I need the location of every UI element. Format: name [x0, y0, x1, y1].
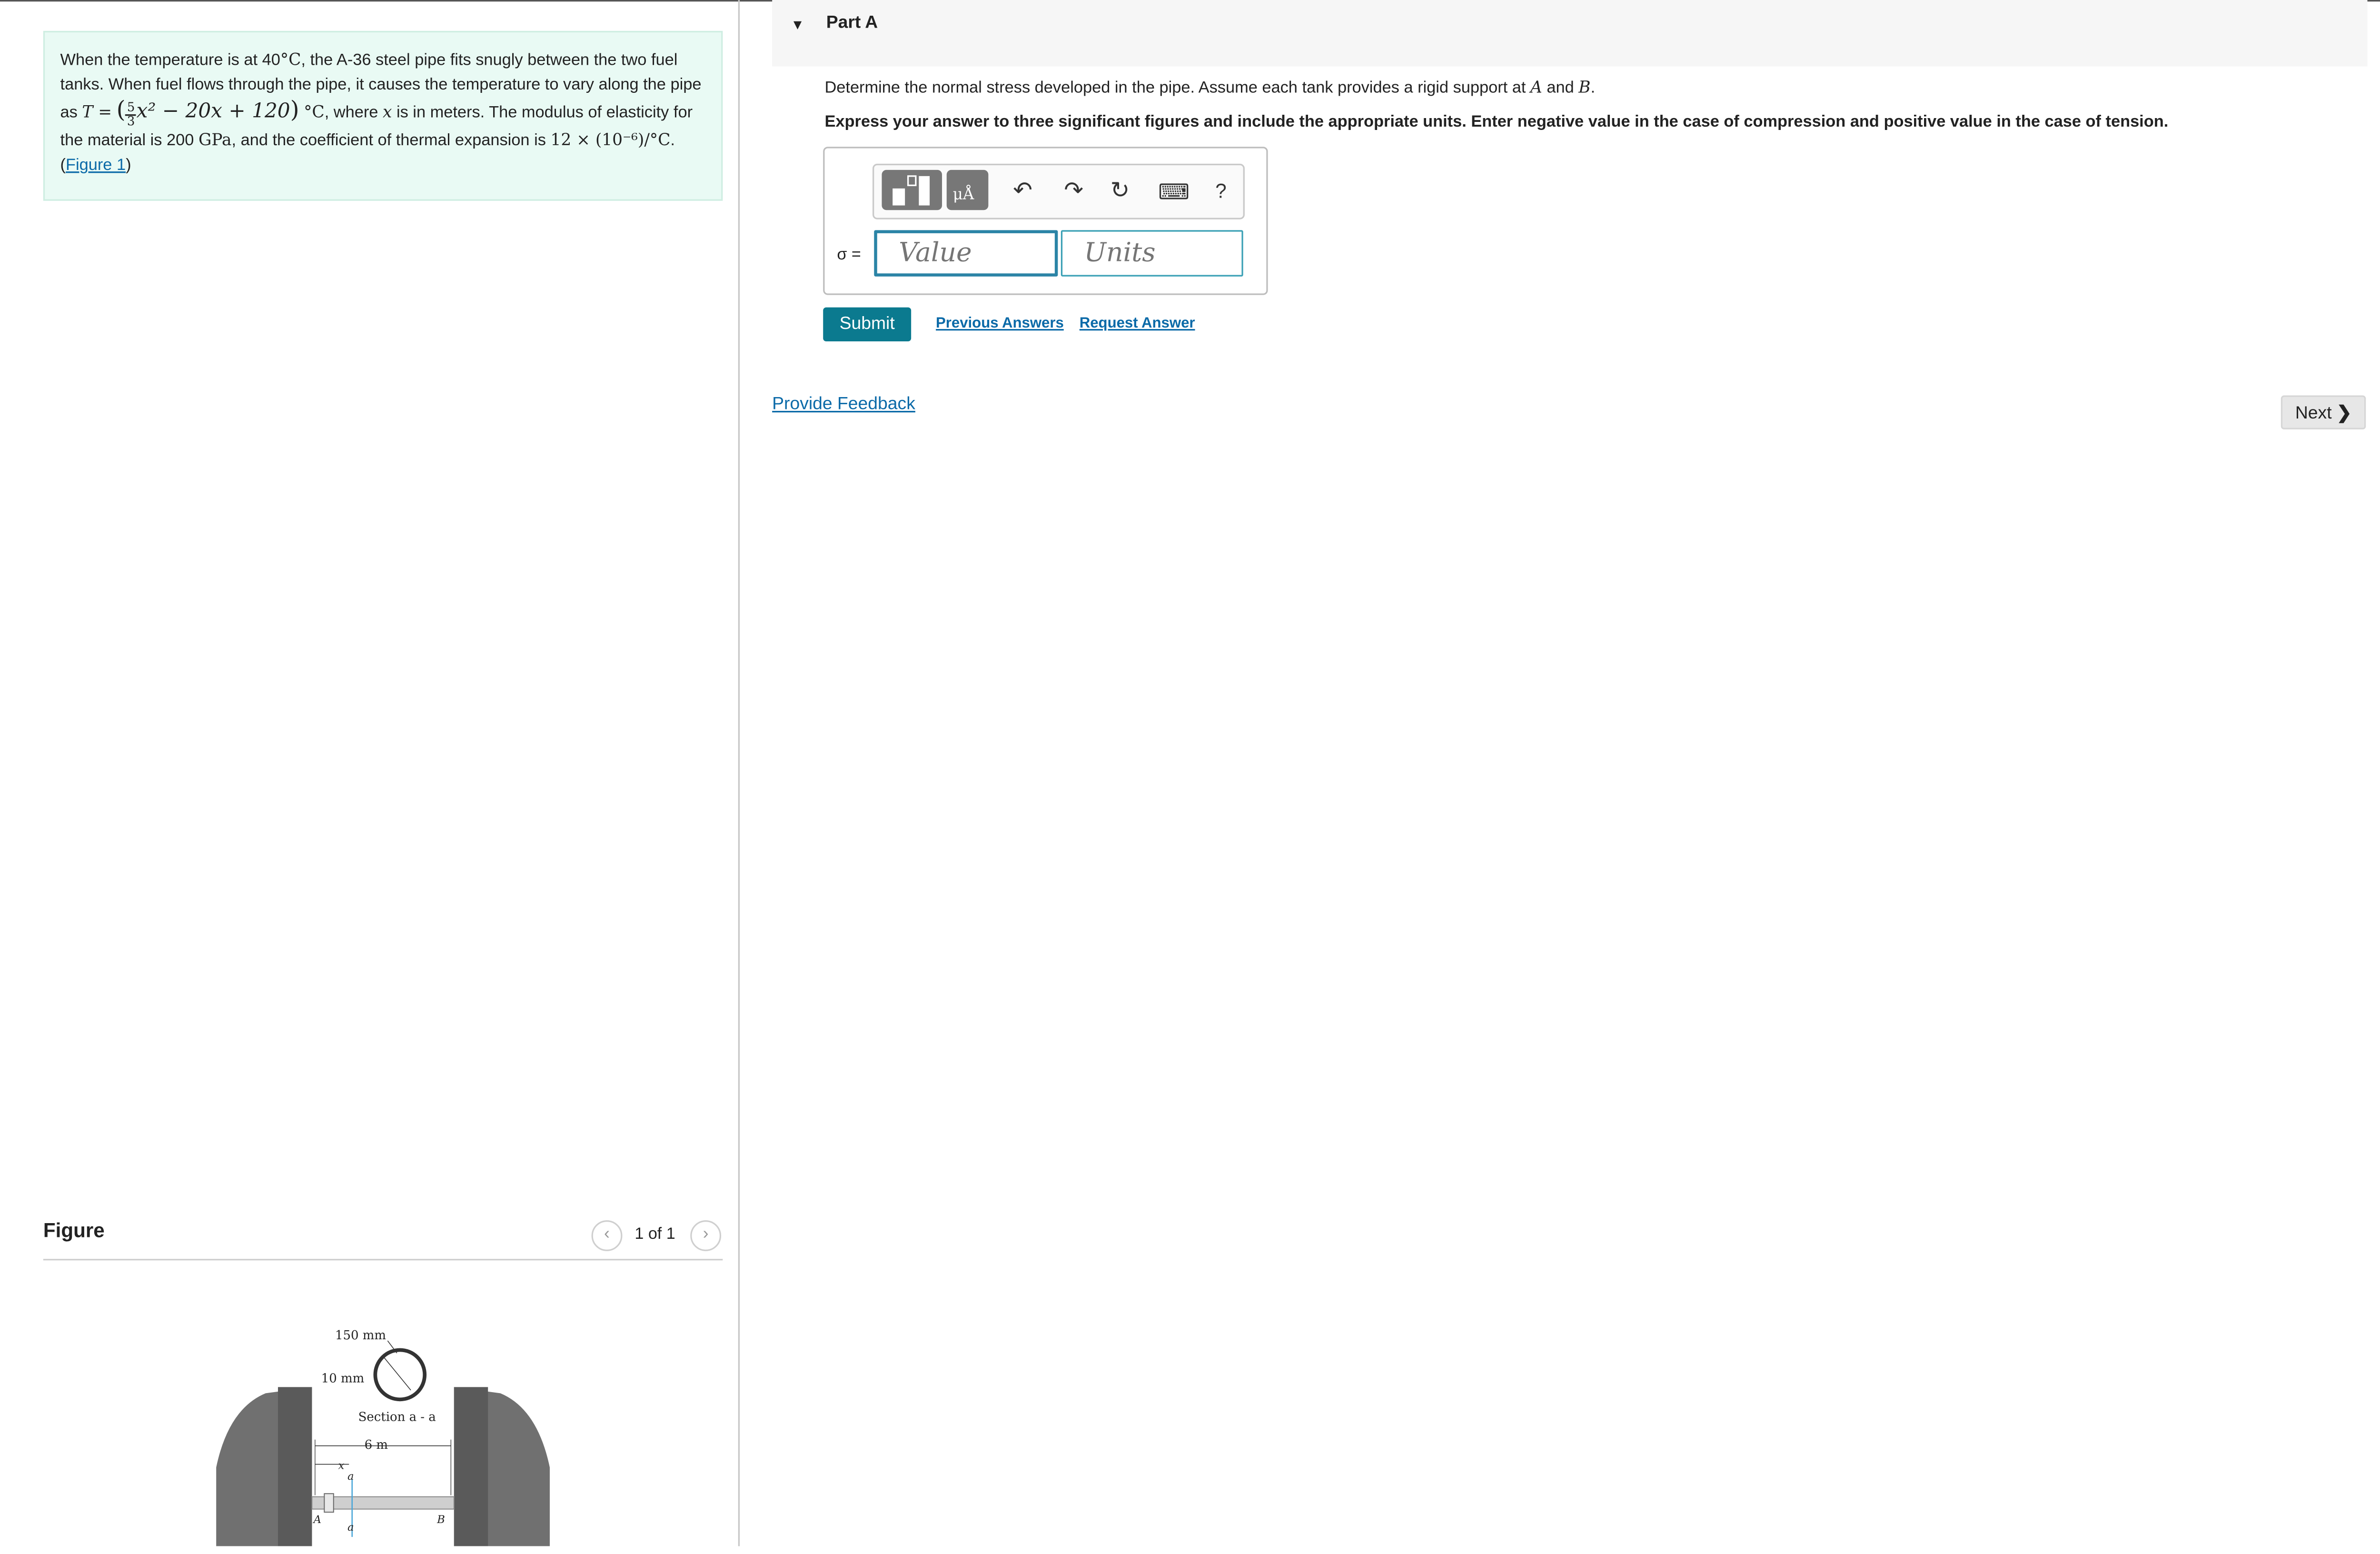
- undo-button[interactable]: ↶: [1013, 179, 1032, 204]
- problem-seg3: , where: [324, 103, 383, 122]
- fraction-den: 3: [127, 114, 135, 129]
- figure-next-button[interactable]: ›: [690, 1220, 722, 1251]
- pipe-flange: [324, 1493, 334, 1513]
- fraction: 53: [125, 101, 137, 129]
- panel-divider: [738, 0, 740, 1546]
- submit-button[interactable]: Submit: [823, 307, 912, 341]
- pipe-section-circle: [373, 1348, 427, 1402]
- chevron-right-icon: ›: [703, 1225, 709, 1244]
- label-B: B: [436, 1514, 445, 1526]
- reset-icon: ↻: [1110, 178, 1130, 204]
- fraction-num: 5: [125, 101, 137, 116]
- problem-statement: When the temperature is at 40°C, the A-3…: [43, 30, 723, 201]
- label-A: A: [313, 1514, 321, 1526]
- problem-t-eq: T =: [82, 103, 112, 122]
- label-x: x: [338, 1459, 345, 1472]
- keyboard-icon: ⌨: [1158, 179, 1190, 204]
- provide-feedback-link[interactable]: Provide Feedback: [772, 396, 915, 414]
- figure-count: 1 of 1: [635, 1225, 675, 1244]
- figure-divider: [43, 1259, 723, 1261]
- label-length: 6 m: [365, 1438, 388, 1452]
- label-diameter: 150 mm: [335, 1328, 386, 1343]
- figure-prev-button[interactable]: ‹: [591, 1220, 623, 1251]
- value-input[interactable]: [874, 230, 1058, 277]
- request-answer-link[interactable]: Request Answer: [1080, 315, 1195, 332]
- label-a-top: a: [347, 1470, 354, 1483]
- next-button[interactable]: Next ❯: [2281, 395, 2366, 429]
- chevron-right-icon: ❯: [2336, 405, 2352, 423]
- redo-button[interactable]: ↷: [1064, 179, 1083, 204]
- redo-icon: ↷: [1064, 178, 1084, 204]
- undo-icon: ↶: [1013, 178, 1033, 204]
- page-root: When the temperature is at 40°C, the A-3…: [0, 0, 2380, 1546]
- previous-answers-link[interactable]: Previous Answers: [936, 315, 1064, 332]
- units-button[interactable]: μÅ: [946, 169, 989, 210]
- left-tank-wall: [278, 1387, 312, 1546]
- right-tank-wall: [454, 1387, 488, 1546]
- label-a-bottom: a: [347, 1521, 354, 1534]
- chevron-left-icon: ‹: [604, 1225, 610, 1244]
- instruction-text: Express your answer to three significant…: [824, 112, 2169, 131]
- answer-label: σ =: [837, 245, 861, 264]
- label-thickness: 10 mm: [321, 1372, 364, 1386]
- help-button[interactable]: ?: [1215, 179, 1226, 204]
- collapse-caret-icon[interactable]: ▼: [791, 17, 804, 32]
- problem-seg1: When the temperature is at 40: [60, 51, 280, 70]
- part-title[interactable]: Part A: [826, 14, 878, 32]
- pipe-diagram: 150 mm 10 mm Section a - a 6 m x a a A B: [216, 1328, 550, 1546]
- problem-text: When the temperature is at 40°C, the A-3…: [60, 48, 706, 178]
- figure-image: 150 mm 10 mm Section a - a 6 m x a a A B: [201, 1313, 572, 1546]
- next-label: Next: [2295, 405, 2332, 423]
- units-input[interactable]: [1061, 230, 1243, 277]
- figure-link[interactable]: Figure 1: [66, 156, 126, 175]
- paren-open: (: [116, 96, 126, 124]
- problem-var-x: x: [382, 103, 392, 122]
- problem-seg7: ): [126, 156, 131, 175]
- problem-gpa: GPa: [198, 131, 232, 150]
- question-text: Determine the normal stress developed in…: [824, 79, 1595, 97]
- templates-button[interactable]: [882, 169, 942, 210]
- templates-icon: [892, 175, 930, 206]
- problem-deg-c: °C: [280, 51, 301, 70]
- question-point-b: B: [1578, 79, 1591, 98]
- problem-deg-c-2: °C: [304, 103, 325, 122]
- problem-poly: x² − 20x + 120: [136, 100, 290, 124]
- question-point-a: A: [1530, 79, 1542, 98]
- reset-button[interactable]: ↻: [1111, 179, 1130, 204]
- help-icon: ?: [1215, 179, 1227, 203]
- question-period: .: [1590, 79, 1596, 98]
- question-pre: Determine the normal stress developed in…: [824, 79, 1530, 98]
- label-section: Section a - a: [358, 1410, 436, 1424]
- units-label: μÅ: [952, 187, 974, 204]
- keyboard-button[interactable]: ⌨: [1158, 179, 1190, 204]
- problem-alpha: 12 × (10⁻⁶)/°C: [550, 131, 671, 150]
- figure-title: Figure: [43, 1218, 105, 1242]
- paren-close: ): [290, 96, 299, 124]
- problem-seg5: , and the coefficient of thermal expansi…: [231, 131, 551, 150]
- question-and: and: [1542, 79, 1579, 98]
- part-header[interactable]: [772, 0, 2368, 67]
